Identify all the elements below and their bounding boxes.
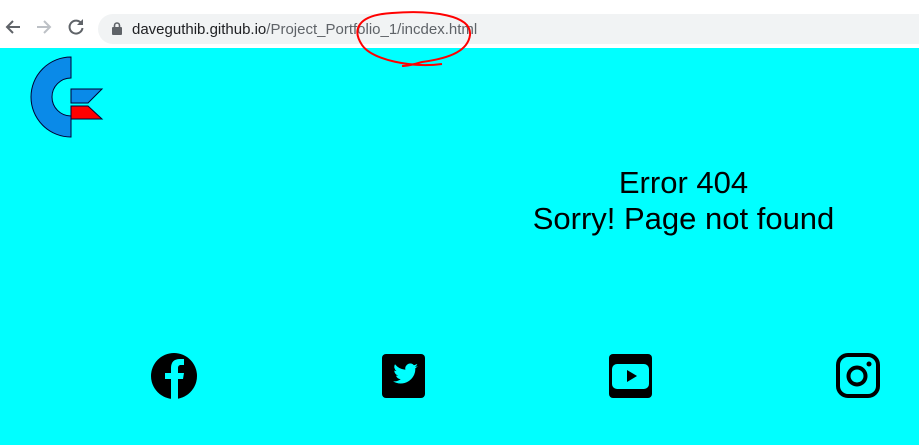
error-message: Sorry! Page not found [532, 201, 835, 236]
twitter-icon[interactable] [380, 352, 428, 400]
url-path: /Project_Portfolio_1/incdex.html [266, 21, 478, 38]
lock-icon[interactable] [112, 22, 122, 35]
url-domain: daveguthib.github.io [132, 21, 267, 38]
browser-toolbar: daveguthib.github.io/Project_Portfolio_1… [0, 0, 919, 48]
commodore-logo[interactable] [19, 56, 105, 138]
url-text[interactable]: daveguthib.github.io/Project_Portfolio_1… [132, 21, 477, 38]
error-code: Error 404 [618, 165, 749, 200]
error-message-block: Error 404 Sorry! Page not found [450, 165, 917, 237]
instagram-icon[interactable] [834, 352, 882, 400]
back-arrow-icon[interactable] [3, 17, 23, 37]
error-page: Error 404 Sorry! Page not found [0, 48, 919, 445]
forward-arrow-icon[interactable] [34, 17, 54, 37]
youtube-icon[interactable] [607, 352, 655, 400]
facebook-icon[interactable] [150, 352, 198, 400]
reload-icon[interactable] [66, 17, 86, 37]
